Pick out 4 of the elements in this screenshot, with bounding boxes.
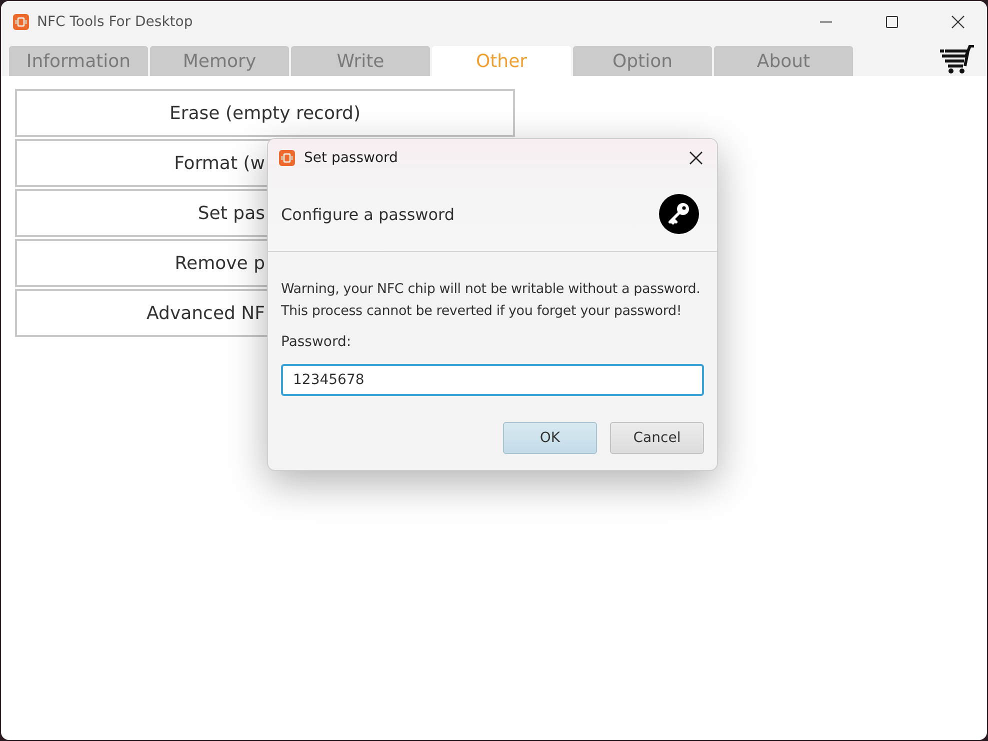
dialog-title: Set password	[304, 150, 399, 166]
window-title: NFC Tools For Desktop	[37, 14, 194, 30]
password-label: Password:	[281, 334, 352, 350]
dialog-heading: Configure a password	[281, 204, 456, 224]
